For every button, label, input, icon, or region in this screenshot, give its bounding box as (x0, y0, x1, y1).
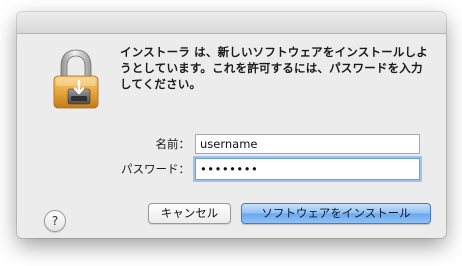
padlock-installer-icon (53, 49, 99, 109)
screen: インストーラ は、新しいソフトウェアをインストールしようとしています。これを許可… (0, 0, 462, 266)
name-field[interactable] (195, 134, 420, 154)
password-label: パスワード： (121, 162, 190, 176)
dialog-message: インストーラ は、新しいソフトウェアをインストールしようとしています。これを許可… (120, 45, 428, 91)
dialog-titlebar (17, 12, 446, 34)
name-label: 名前： (155, 137, 191, 151)
install-software-button[interactable]: ソフトウェアをインストール (241, 203, 431, 224)
authentication-dialog: インストーラ は、新しいソフトウェアをインストールしようとしています。これを許可… (17, 12, 446, 238)
password-field[interactable] (195, 158, 420, 180)
help-icon: ? (51, 214, 59, 228)
help-button[interactable]: ? (44, 210, 66, 232)
cancel-button[interactable]: キャンセル (148, 203, 231, 224)
